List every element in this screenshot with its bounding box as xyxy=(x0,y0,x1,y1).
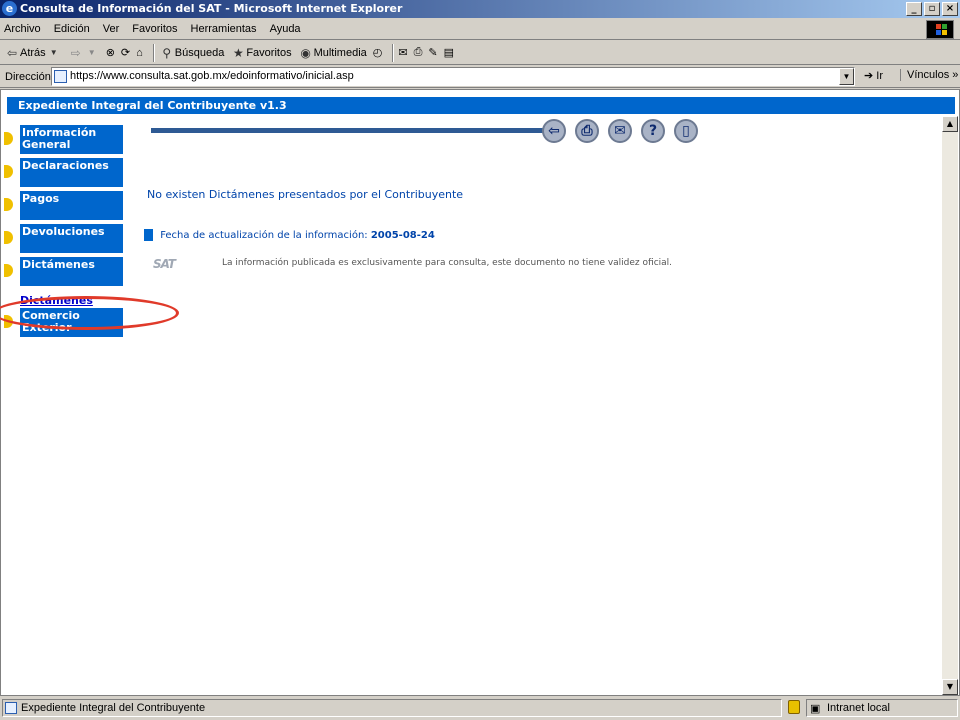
toolbar: ⇦ Atrás ▼ ⇨ ▼ ⊗ ⟳ ⌂ ⚲ Búsqueda ★ Favorit… xyxy=(0,41,960,65)
lock-icon xyxy=(788,700,800,714)
ie-logo-icon: e xyxy=(2,1,17,16)
page-banner: Expediente Integral del Contribuyente v1… xyxy=(7,97,955,114)
address-label: Dirección xyxy=(5,70,51,83)
status-bar: Expediente Integral del Contribuyente ▣ … xyxy=(0,697,960,720)
stop-icon[interactable]: ⊗ xyxy=(106,46,115,59)
zone-panel: ▣ Intranet local xyxy=(806,699,958,717)
page-content: Expediente Integral del Contribuyente v1… xyxy=(0,89,960,696)
status-text-panel: Expediente Integral del Contribuyente xyxy=(2,699,782,717)
forward-arrow-icon: ⇨ xyxy=(70,45,81,60)
menu-herramientas[interactable]: Herramientas xyxy=(191,23,257,35)
header-line xyxy=(151,128,551,133)
print-icon[interactable]: ⎙ xyxy=(414,46,423,59)
menu-archivo[interactable]: Archivo xyxy=(4,23,41,35)
links-label: Vínculos xyxy=(907,69,950,81)
search-button[interactable]: ⚲ Búsqueda xyxy=(159,45,225,61)
back-button[interactable]: ⇦ Atrás ▼ xyxy=(4,45,62,61)
page-icon xyxy=(54,70,67,83)
toolbar-separator xyxy=(392,43,395,62)
bullet-icon xyxy=(4,165,13,178)
media-icon: ◉ xyxy=(300,45,311,60)
help-icon[interactable]: ? xyxy=(641,119,665,143)
address-bar: Dirección https://www.consulta.sat.gob.m… xyxy=(0,66,960,88)
restore-button[interactable]: ▫ xyxy=(924,2,940,16)
square-bullet-icon xyxy=(144,229,153,241)
discuss-icon[interactable]: ▤ xyxy=(444,46,454,59)
status-text: Expediente Integral del Contribuyente xyxy=(21,702,206,714)
menu-bar: Archivo Edición Ver Favoritos Herramient… xyxy=(0,19,960,40)
window-title-bar[interactable]: e Consulta de Información del SAT - Micr… xyxy=(0,0,960,18)
bullet-icon xyxy=(4,231,13,244)
exit-door-icon[interactable]: ▯ xyxy=(674,119,698,143)
scroll-up-button[interactable]: ▲ xyxy=(942,116,958,132)
menu-ver[interactable]: Ver xyxy=(103,23,120,35)
dropdown-icon: ▼ xyxy=(87,47,96,57)
close-button[interactable]: × xyxy=(942,2,958,16)
bullet-icon xyxy=(4,198,13,211)
nav-dictamenes[interactable]: Dictámenes xyxy=(20,257,123,286)
home-icon[interactable]: ⌂ xyxy=(136,47,143,59)
favorites-button[interactable]: ★ Favoritos xyxy=(230,45,292,61)
go-button[interactable]: ➔ Ir xyxy=(864,69,883,82)
update-date-value: 2005-08-24 xyxy=(370,230,435,241)
bullet-icon xyxy=(4,264,13,277)
address-input[interactable]: https://www.consulta.sat.gob.mx/edoinfor… xyxy=(51,67,855,86)
favorites-icon: ★ xyxy=(232,45,244,60)
disclaimer-text: La información publicada es exclusivamen… xyxy=(222,258,673,268)
go-arrow-icon: ➔ xyxy=(864,70,874,82)
bullet-icon xyxy=(4,132,13,145)
toolbar-separator xyxy=(152,43,155,62)
history-icon[interactable]: ◴ xyxy=(373,46,383,59)
envelope-icon[interactable]: ✉ xyxy=(608,119,632,143)
update-date-label: Fecha de actualización de la información… xyxy=(160,230,368,241)
nav-informacion-general[interactable]: Información General xyxy=(20,125,123,154)
go-label: Ir xyxy=(876,70,884,82)
highlight-oval xyxy=(0,296,179,330)
menu-edicion[interactable]: Edición xyxy=(54,23,90,35)
no-records-message: No existen Dictámenes presentados por el… xyxy=(147,188,464,201)
chevron-right-icon: » xyxy=(952,69,959,81)
page-icon xyxy=(5,702,17,714)
intranet-icon: ▣ xyxy=(810,703,821,715)
mail-icon[interactable]: ✉ xyxy=(398,46,407,59)
search-icon: ⚲ xyxy=(162,45,172,60)
nav-declaraciones[interactable]: Declaraciones xyxy=(20,158,123,187)
address-dropdown-button[interactable]: ▼ xyxy=(839,68,854,85)
forward-button[interactable]: ⇨ ▼ xyxy=(68,45,100,61)
address-url: https://www.consulta.sat.gob.mx/edoinfor… xyxy=(70,70,354,82)
menu-ayuda[interactable]: Ayuda xyxy=(270,23,301,35)
window-title: Consulta de Información del SAT - Micros… xyxy=(20,2,403,15)
media-label: Multimedia xyxy=(313,46,367,59)
edit-icon[interactable]: ✎ xyxy=(428,46,437,59)
nav-pagos[interactable]: Pagos xyxy=(20,191,123,220)
refresh-icon[interactable]: ⟳ xyxy=(121,46,130,59)
menu-favoritos[interactable]: Favoritos xyxy=(132,23,177,35)
links-button[interactable]: Vínculos » xyxy=(900,69,958,81)
minimize-button[interactable]: _ xyxy=(906,2,922,16)
vertical-scrollbar[interactable]: ▲ ▼ xyxy=(942,116,958,695)
back-arrow-icon: ⇦ xyxy=(6,45,18,60)
back-arrow-icon[interactable]: ⇦ xyxy=(542,119,566,143)
zone-text: Intranet local xyxy=(827,702,890,714)
nav-devoluciones[interactable]: Devoluciones xyxy=(20,224,123,253)
dropdown-icon: ▼ xyxy=(49,47,58,57)
windows-logo-icon xyxy=(926,20,954,39)
back-label: Atrás xyxy=(20,46,46,59)
media-button[interactable]: ◉ Multimedia xyxy=(298,45,367,61)
window-controls: _ ▫ × xyxy=(906,2,958,16)
search-label: Búsqueda xyxy=(174,46,225,59)
sat-logo: SAT xyxy=(153,257,176,271)
printer-icon[interactable]: ⎙ xyxy=(575,119,599,143)
scroll-down-button[interactable]: ▼ xyxy=(942,679,958,695)
update-date: Fecha de actualización de la información… xyxy=(144,229,435,241)
favorites-label: Favoritos xyxy=(246,46,292,59)
